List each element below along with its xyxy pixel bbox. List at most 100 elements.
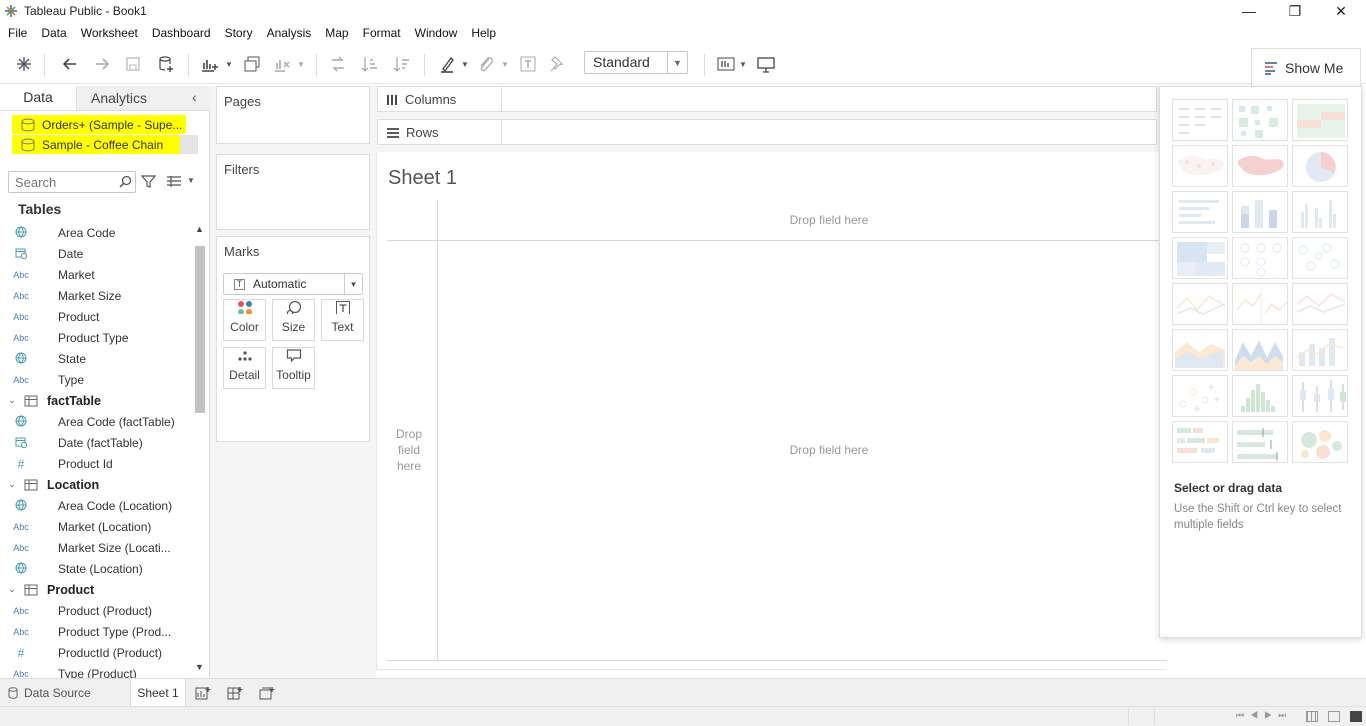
side-by-side-bar-icon[interactable]: [1292, 191, 1348, 233]
field-item[interactable]: Abc Market Size: [0, 285, 192, 306]
table-group[interactable]: ⌄ Product: [0, 579, 192, 600]
stacked-bar-icon[interactable]: [1232, 191, 1288, 233]
menu-help[interactable]: Help: [467, 26, 500, 40]
highlight-table-icon[interactable]: [1292, 99, 1348, 141]
undo-icon[interactable]: [58, 52, 82, 76]
chevron-down-icon[interactable]: ▼: [187, 176, 195, 185]
line-continuous-icon[interactable]: [1172, 283, 1228, 325]
pie-chart-icon[interactable]: [1292, 145, 1348, 187]
field-item[interactable]: Abc Product Type: [0, 327, 192, 348]
field-item[interactable]: Abc Type: [0, 369, 192, 390]
table-group[interactable]: ⌄ factTable: [0, 390, 192, 411]
scatter-plot-icon[interactable]: [1172, 375, 1228, 417]
field-item[interactable]: # Product Id: [0, 453, 192, 474]
clear-sheet-icon[interactable]: [270, 52, 294, 76]
field-item[interactable]: Abc Product: [0, 306, 192, 327]
field-item[interactable]: Abc Type (Product): [0, 663, 192, 679]
area-discrete-icon[interactable]: [1232, 329, 1288, 371]
sort-descending-icon[interactable]: [390, 52, 414, 76]
chevron-down-icon[interactable]: ▼: [222, 52, 236, 76]
drop-field-main[interactable]: Drop field here: [729, 443, 929, 457]
presentation-mode-icon[interactable]: [754, 52, 778, 76]
tab-sheet-1[interactable]: Sheet 1: [130, 679, 186, 707]
size-button[interactable]: Size: [272, 299, 315, 341]
chevron-down-icon[interactable]: ▼: [736, 52, 750, 76]
line-discrete-icon[interactable]: [1232, 283, 1288, 325]
show-sheet-sorter-icon[interactable]: [1328, 711, 1340, 722]
gantt-icon[interactable]: [1172, 421, 1228, 463]
menu-file[interactable]: File: [4, 26, 31, 40]
field-item[interactable]: Abc Product (Product): [0, 600, 192, 621]
filters-card[interactable]: Filters: [216, 154, 370, 230]
show-filmstrip-icon[interactable]: [1306, 711, 1318, 722]
columns-shelf[interactable]: Columns: [377, 86, 1157, 112]
field-item[interactable]: Date: [0, 243, 192, 264]
detail-button[interactable]: Detail: [223, 347, 266, 389]
new-dashboard-icon[interactable]: [227, 679, 243, 707]
tab-data[interactable]: Data: [0, 86, 76, 110]
rows-shelf[interactable]: Rows: [377, 119, 1157, 145]
field-item[interactable]: Area Code: [0, 222, 192, 243]
scroll-up-icon[interactable]: ▲: [195, 224, 204, 234]
treemap-icon[interactable]: [1172, 237, 1228, 279]
drop-field-columns[interactable]: Drop field here: [729, 213, 929, 227]
close-button[interactable]: ✕: [1318, 0, 1364, 22]
redo-icon[interactable]: [90, 52, 114, 76]
mark-type-select[interactable]: T Automatic ▼: [223, 273, 363, 295]
scroll-down-icon[interactable]: ▼: [195, 662, 204, 672]
show-mark-labels-icon[interactable]: [516, 52, 540, 76]
menu-worksheet[interactable]: Worksheet: [77, 26, 142, 40]
menu-map[interactable]: Map: [321, 26, 352, 40]
tab-data-source[interactable]: Data Source: [8, 679, 91, 707]
heat-map-icon[interactable]: [1232, 99, 1288, 141]
chevron-down-icon[interactable]: ⌄: [0, 395, 24, 406]
search-input[interactable]: [8, 171, 136, 193]
color-button[interactable]: Color: [223, 299, 266, 341]
show-tabs-icon[interactable]: [1350, 711, 1362, 722]
collapse-pane-icon[interactable]: ‹: [192, 89, 197, 105]
text-table-icon[interactable]: [1172, 99, 1228, 141]
show-cards-icon[interactable]: [714, 52, 738, 76]
bullet-graph-icon[interactable]: [1232, 421, 1288, 463]
chevron-down-icon[interactable]: ⌄: [0, 584, 24, 595]
field-item[interactable]: State (Location): [0, 558, 192, 579]
field-item[interactable]: Abc Market (Location): [0, 516, 192, 537]
menu-data[interactable]: Data: [37, 26, 70, 40]
fix-axes-icon[interactable]: [546, 52, 570, 76]
chevron-down-icon[interactable]: ▼: [458, 52, 472, 76]
symbol-map-icon[interactable]: [1172, 145, 1228, 187]
scrollbar[interactable]: ▲ ▼: [193, 224, 207, 676]
horizontal-bar-icon[interactable]: [1172, 191, 1228, 233]
field-item[interactable]: Abc Product Type (Prod...: [0, 621, 192, 642]
worksheet-canvas[interactable]: Sheet 1 Drop field here Drop field here …: [376, 152, 1167, 670]
field-item[interactable]: State: [0, 348, 192, 369]
menu-format[interactable]: Format: [359, 26, 405, 40]
sheet-navigation-icon[interactable]: ⏮◀▶⏭: [1236, 710, 1292, 721]
scroll-thumb[interactable]: [195, 246, 205, 413]
menu-window[interactable]: Window: [411, 26, 462, 40]
side-by-side-circle-icon[interactable]: [1292, 237, 1348, 279]
field-item[interactable]: Area Code (factTable): [0, 411, 192, 432]
tab-analytics[interactable]: Analytics: [76, 86, 210, 110]
duplicate-sheet-icon[interactable]: [240, 52, 264, 76]
new-story-icon[interactable]: [259, 679, 275, 707]
save-icon[interactable]: [121, 52, 145, 76]
maximize-button[interactable]: ❐: [1272, 0, 1318, 22]
text-button[interactable]: Text: [321, 299, 364, 341]
view-size-select[interactable]: Standard ▼: [584, 51, 688, 74]
filter-icon[interactable]: [141, 174, 156, 189]
menu-analysis[interactable]: Analysis: [263, 26, 316, 40]
datasource-coffee-chain[interactable]: Sample - Coffee Chain: [12, 135, 198, 154]
view-list-icon[interactable]: [166, 175, 182, 188]
dual-combination-icon[interactable]: [1292, 329, 1348, 371]
chevron-down-icon[interactable]: ▼: [498, 52, 512, 76]
pages-card[interactable]: Pages: [216, 86, 370, 144]
circle-view-icon[interactable]: [1232, 237, 1288, 279]
table-group[interactable]: ⌄ Location: [0, 474, 192, 495]
field-item[interactable]: Date (factTable): [0, 432, 192, 453]
show-me-tab[interactable]: Show Me: [1251, 48, 1361, 86]
field-item[interactable]: # ProductId (Product): [0, 642, 192, 663]
new-worksheet-icon[interactable]: [195, 679, 211, 707]
box-whisker-icon[interactable]: [1292, 375, 1348, 417]
field-item[interactable]: Area Code (Location): [0, 495, 192, 516]
